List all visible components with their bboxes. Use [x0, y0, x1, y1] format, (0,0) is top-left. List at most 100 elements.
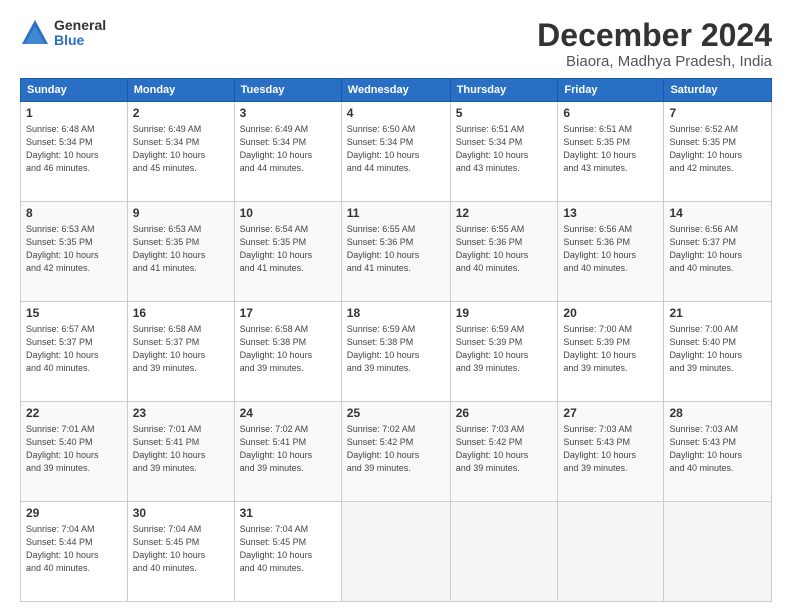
- day-number: 8: [26, 205, 122, 222]
- table-row: 30Sunrise: 7:04 AMSunset: 5:45 PMDayligh…: [127, 502, 234, 602]
- day-info: Sunrise: 6:55 AMSunset: 5:36 PMDaylight:…: [347, 223, 445, 275]
- day-info: Sunrise: 6:52 AMSunset: 5:35 PMDaylight:…: [669, 123, 766, 175]
- day-number: 12: [456, 205, 553, 222]
- day-number: 13: [563, 205, 658, 222]
- table-row: 21Sunrise: 7:00 AMSunset: 5:40 PMDayligh…: [664, 302, 772, 402]
- table-row: 31Sunrise: 7:04 AMSunset: 5:45 PMDayligh…: [234, 502, 341, 602]
- table-row: 22Sunrise: 7:01 AMSunset: 5:40 PMDayligh…: [21, 402, 128, 502]
- day-info: Sunrise: 6:58 AMSunset: 5:37 PMDaylight:…: [133, 323, 229, 375]
- day-info: Sunrise: 7:03 AMSunset: 5:43 PMDaylight:…: [669, 423, 766, 475]
- calendar-week-4: 22Sunrise: 7:01 AMSunset: 5:40 PMDayligh…: [21, 402, 772, 502]
- day-number: 3: [240, 105, 336, 122]
- table-row: 24Sunrise: 7:02 AMSunset: 5:41 PMDayligh…: [234, 402, 341, 502]
- col-sunday: Sunday: [21, 79, 128, 102]
- day-info: Sunrise: 7:00 AMSunset: 5:40 PMDaylight:…: [669, 323, 766, 375]
- table-row: 15Sunrise: 6:57 AMSunset: 5:37 PMDayligh…: [21, 302, 128, 402]
- day-number: 30: [133, 505, 229, 522]
- table-row: 10Sunrise: 6:54 AMSunset: 5:35 PMDayligh…: [234, 202, 341, 302]
- day-number: 19: [456, 305, 553, 322]
- header: General Blue December 2024 Biaora, Madhy…: [20, 18, 772, 70]
- table-row: 9Sunrise: 6:53 AMSunset: 5:35 PMDaylight…: [127, 202, 234, 302]
- table-row: 27Sunrise: 7:03 AMSunset: 5:43 PMDayligh…: [558, 402, 664, 502]
- day-info: Sunrise: 7:04 AMSunset: 5:45 PMDaylight:…: [133, 523, 229, 575]
- day-number: 20: [563, 305, 658, 322]
- day-info: Sunrise: 7:04 AMSunset: 5:45 PMDaylight:…: [240, 523, 336, 575]
- day-info: Sunrise: 7:02 AMSunset: 5:41 PMDaylight:…: [240, 423, 336, 475]
- table-row: [450, 502, 558, 602]
- day-number: 29: [26, 505, 122, 522]
- table-row: 29Sunrise: 7:04 AMSunset: 5:44 PMDayligh…: [21, 502, 128, 602]
- day-number: 16: [133, 305, 229, 322]
- table-row: 11Sunrise: 6:55 AMSunset: 5:36 PMDayligh…: [341, 202, 450, 302]
- col-monday: Monday: [127, 79, 234, 102]
- day-info: Sunrise: 7:01 AMSunset: 5:40 PMDaylight:…: [26, 423, 122, 475]
- page: General Blue December 2024 Biaora, Madhy…: [0, 0, 792, 612]
- day-number: 18: [347, 305, 445, 322]
- table-row: 8Sunrise: 6:53 AMSunset: 5:35 PMDaylight…: [21, 202, 128, 302]
- day-info: Sunrise: 6:56 AMSunset: 5:36 PMDaylight:…: [563, 223, 658, 275]
- logo-text: General Blue: [54, 18, 106, 49]
- header-row: Sunday Monday Tuesday Wednesday Thursday…: [21, 79, 772, 102]
- day-info: Sunrise: 6:59 AMSunset: 5:39 PMDaylight:…: [456, 323, 553, 375]
- table-row: 25Sunrise: 7:02 AMSunset: 5:42 PMDayligh…: [341, 402, 450, 502]
- calendar-week-1: 1Sunrise: 6:48 AMSunset: 5:34 PMDaylight…: [21, 102, 772, 202]
- logo-blue-text: Blue: [54, 33, 106, 48]
- day-number: 28: [669, 405, 766, 422]
- day-number: 22: [26, 405, 122, 422]
- col-thursday: Thursday: [450, 79, 558, 102]
- table-row: 2Sunrise: 6:49 AMSunset: 5:34 PMDaylight…: [127, 102, 234, 202]
- day-number: 24: [240, 405, 336, 422]
- day-info: Sunrise: 6:55 AMSunset: 5:36 PMDaylight:…: [456, 223, 553, 275]
- day-number: 1: [26, 105, 122, 122]
- table-row: 3Sunrise: 6:49 AMSunset: 5:34 PMDaylight…: [234, 102, 341, 202]
- day-info: Sunrise: 6:53 AMSunset: 5:35 PMDaylight:…: [133, 223, 229, 275]
- table-row: 16Sunrise: 6:58 AMSunset: 5:37 PMDayligh…: [127, 302, 234, 402]
- day-number: 9: [133, 205, 229, 222]
- table-row: 14Sunrise: 6:56 AMSunset: 5:37 PMDayligh…: [664, 202, 772, 302]
- day-number: 27: [563, 405, 658, 422]
- table-row: 12Sunrise: 6:55 AMSunset: 5:36 PMDayligh…: [450, 202, 558, 302]
- calendar-body: 1Sunrise: 6:48 AMSunset: 5:34 PMDaylight…: [21, 102, 772, 602]
- day-number: 11: [347, 205, 445, 222]
- day-info: Sunrise: 7:03 AMSunset: 5:43 PMDaylight:…: [563, 423, 658, 475]
- col-saturday: Saturday: [664, 79, 772, 102]
- table-row: 18Sunrise: 6:59 AMSunset: 5:38 PMDayligh…: [341, 302, 450, 402]
- day-info: Sunrise: 6:48 AMSunset: 5:34 PMDaylight:…: [26, 123, 122, 175]
- table-row: 28Sunrise: 7:03 AMSunset: 5:43 PMDayligh…: [664, 402, 772, 502]
- day-info: Sunrise: 6:50 AMSunset: 5:34 PMDaylight:…: [347, 123, 445, 175]
- table-row: [664, 502, 772, 602]
- day-info: Sunrise: 6:56 AMSunset: 5:37 PMDaylight:…: [669, 223, 766, 275]
- day-number: 21: [669, 305, 766, 322]
- day-info: Sunrise: 6:58 AMSunset: 5:38 PMDaylight:…: [240, 323, 336, 375]
- table-row: 26Sunrise: 7:03 AMSunset: 5:42 PMDayligh…: [450, 402, 558, 502]
- calendar-table: Sunday Monday Tuesday Wednesday Thursday…: [20, 78, 772, 602]
- table-row: [341, 502, 450, 602]
- table-row: 20Sunrise: 7:00 AMSunset: 5:39 PMDayligh…: [558, 302, 664, 402]
- day-number: 2: [133, 105, 229, 122]
- col-friday: Friday: [558, 79, 664, 102]
- calendar-week-5: 29Sunrise: 7:04 AMSunset: 5:44 PMDayligh…: [21, 502, 772, 602]
- table-row: 7Sunrise: 6:52 AMSunset: 5:35 PMDaylight…: [664, 102, 772, 202]
- day-number: 5: [456, 105, 553, 122]
- day-info: Sunrise: 6:59 AMSunset: 5:38 PMDaylight:…: [347, 323, 445, 375]
- logo: General Blue: [20, 18, 106, 49]
- day-number: 25: [347, 405, 445, 422]
- logo-icon: [20, 18, 50, 48]
- subtitle: Biaora, Madhya Pradesh, India: [537, 53, 772, 70]
- table-row: 4Sunrise: 6:50 AMSunset: 5:34 PMDaylight…: [341, 102, 450, 202]
- table-row: 5Sunrise: 6:51 AMSunset: 5:34 PMDaylight…: [450, 102, 558, 202]
- day-number: 6: [563, 105, 658, 122]
- day-number: 15: [26, 305, 122, 322]
- col-tuesday: Tuesday: [234, 79, 341, 102]
- logo-general-text: General: [54, 18, 106, 33]
- day-number: 26: [456, 405, 553, 422]
- day-info: Sunrise: 6:57 AMSunset: 5:37 PMDaylight:…: [26, 323, 122, 375]
- table-row: 6Sunrise: 6:51 AMSunset: 5:35 PMDaylight…: [558, 102, 664, 202]
- day-number: 10: [240, 205, 336, 222]
- day-number: 17: [240, 305, 336, 322]
- day-number: 31: [240, 505, 336, 522]
- day-number: 14: [669, 205, 766, 222]
- day-info: Sunrise: 6:53 AMSunset: 5:35 PMDaylight:…: [26, 223, 122, 275]
- day-info: Sunrise: 6:51 AMSunset: 5:35 PMDaylight:…: [563, 123, 658, 175]
- table-row: 23Sunrise: 7:01 AMSunset: 5:41 PMDayligh…: [127, 402, 234, 502]
